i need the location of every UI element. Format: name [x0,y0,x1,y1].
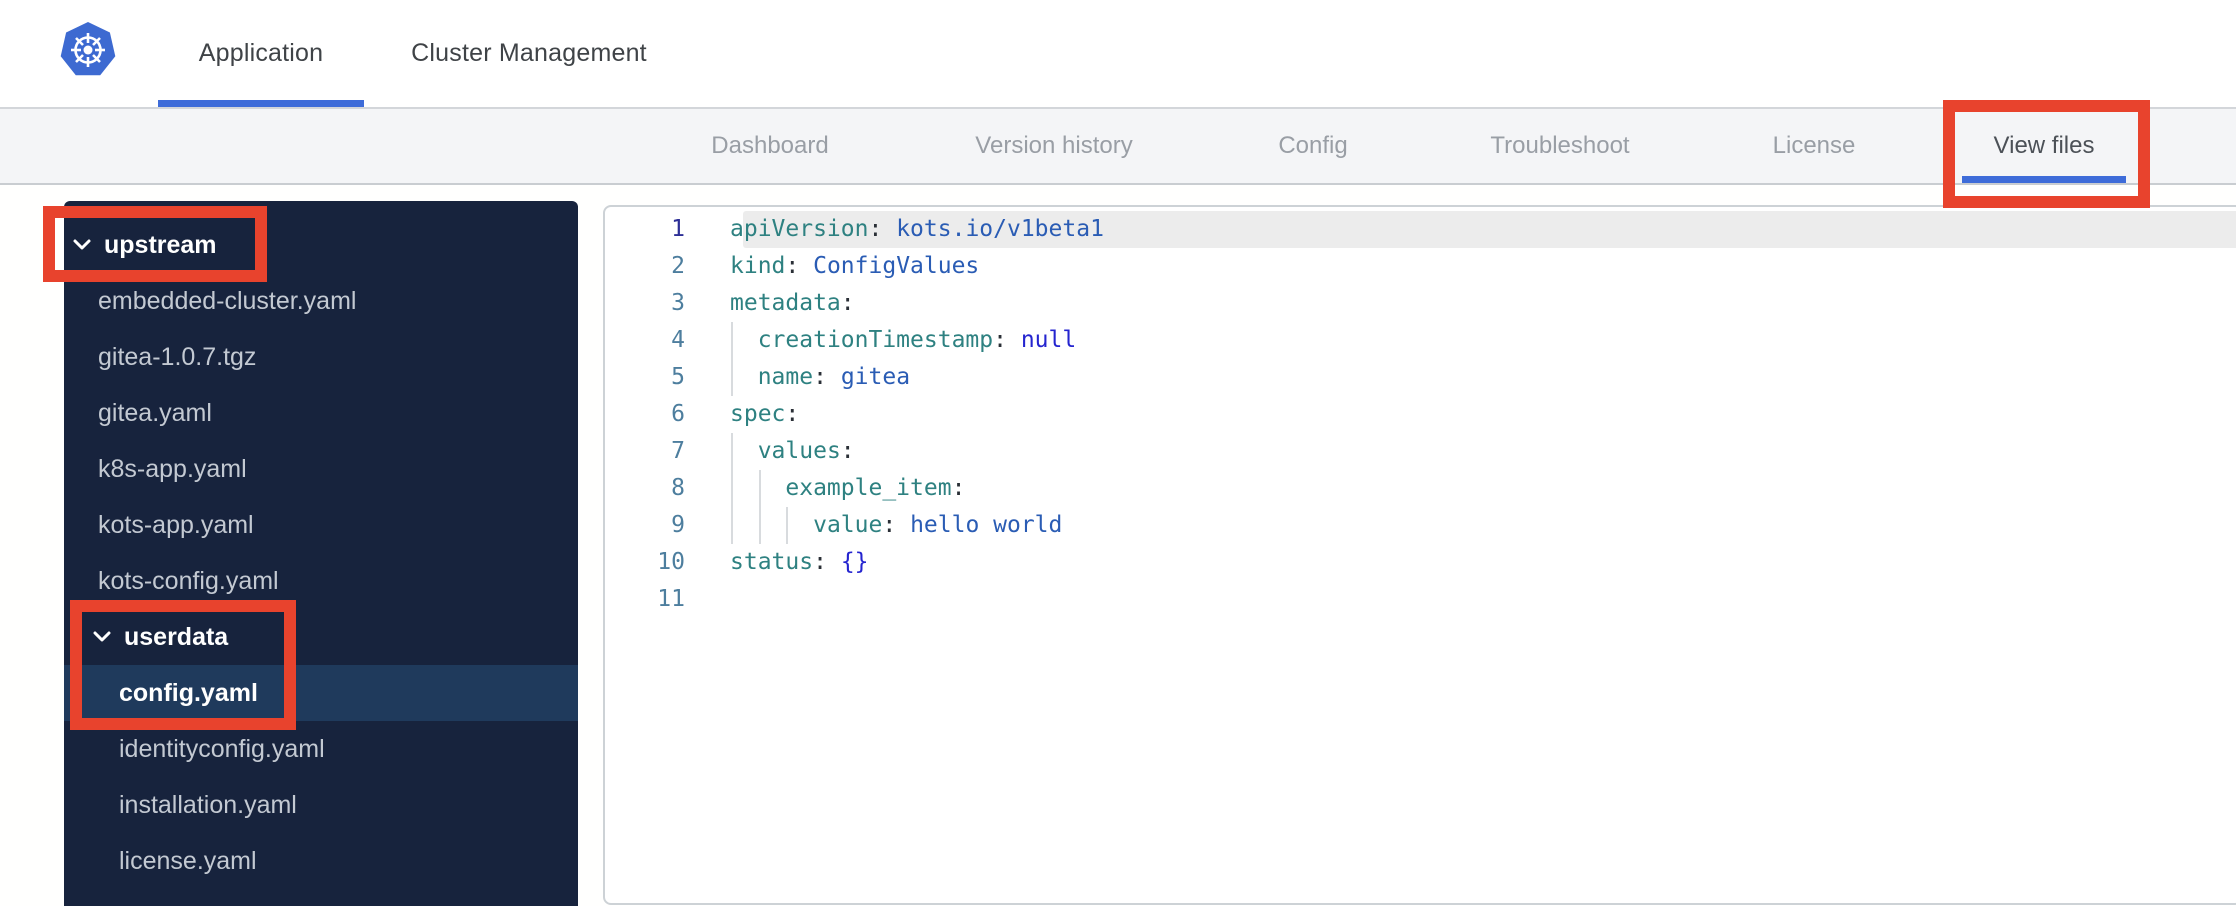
code-text: name: gitea [730,359,2236,396]
nav-tab-version-history[interactable]: Version history [975,109,1132,183]
file-item-embedded-cluster-yaml[interactable]: embedded-cluster.yaml [64,273,578,329]
kubernetes-logo-icon [60,22,116,76]
tree-item-label: gitea.yaml [98,398,212,427]
file-tree-sidebar: upstream embedded-cluster.yaml gitea-1.0.7… [64,201,578,906]
file-item-identityconfig-yaml[interactable]: identityconfig.yaml [64,721,578,777]
nav-tab-config[interactable]: Config [1278,109,1347,183]
nav-tab-license[interactable]: License [1773,109,1856,183]
active-header-tab-underline [158,100,364,107]
indent-guide [731,470,733,507]
code-text: values: [730,433,2236,470]
code-text: value: hello world [730,507,2236,544]
indent-guide [731,322,733,359]
tree-item-label: config.yaml [119,678,258,707]
tree-item-label: identityconfig.yaml [119,734,325,763]
line-number: 6 [671,401,685,427]
code-text: apiVersion: kots.io/v1beta1 [730,216,1104,242]
code-line: 8 example_item: [605,470,2236,507]
tree-item-label: license.yaml [119,846,257,875]
app-header: Application Cluster Management [0,0,2236,107]
code-line: 7 values: [605,433,2236,470]
line-number: 9 [671,512,685,538]
tree-item-label: gitea-1.0.7.tgz [98,342,257,371]
tab-application-label: Application [198,39,324,67]
code-line: 3 metadata: [605,285,2236,322]
line-number: 2 [671,253,685,279]
file-item-kots-config-yaml[interactable]: kots-config.yaml [64,553,578,609]
tree-item-label: upstream [104,230,217,259]
indent-guide [758,470,761,507]
nav-tab-troubleshoot[interactable]: Troubleshoot [1490,109,1629,183]
nav-tab-dashboard[interactable]: Dashboard [711,109,828,183]
app-sub-nav: Dashboard Version history Config Troublesho… [0,107,2236,185]
tab-application[interactable]: Application [158,0,364,107]
line-number: 7 [671,438,685,464]
tree-item-label: embedded-cluster.yaml [98,286,357,315]
folder-item-userdata[interactable]: userdata [64,609,578,665]
indent-guide [731,433,733,470]
code-area: 1 apiVersion: kots.io/v1beta1 2 kind: Confi… [605,211,2236,618]
indent-guide [758,507,761,544]
line-number: 5 [671,364,685,390]
chevron-down-icon [73,239,91,250]
code-line: 2 kind: ConfigValues [605,248,2236,285]
line-number: 1 [671,216,685,242]
indent-guide [786,507,789,544]
chevron-down-icon [93,631,111,642]
yaml-editor[interactable]: 1 apiVersion: kots.io/v1beta1 2 kind: Confi… [603,205,2236,905]
tab-cluster-management[interactable]: Cluster Management [395,0,663,107]
line-number: 3 [671,290,685,316]
line-number: 10 [657,549,685,575]
file-item-gitea-yaml[interactable]: gitea.yaml [64,385,578,441]
code-text: status: {} [730,549,869,575]
code-line: 6 spec: [605,396,2236,433]
code-text: kind: ConfigValues [730,253,980,279]
code-line: 11 [605,581,2236,618]
tree-item-label: k8s-app.yaml [98,454,247,483]
tree-item-label: kots-config.yaml [98,566,279,595]
code-text: creationTimestamp: null [730,322,2236,359]
tab-cluster-management-label: Cluster Management [411,39,647,67]
nav-tab-view-files[interactable]: View files [1994,109,2095,183]
code-line: 1 apiVersion: kots.io/v1beta1 [605,211,2236,248]
tree-item-label: kots-app.yaml [98,510,254,539]
file-item-gitea-1-0-7-tgz[interactable]: gitea-1.0.7.tgz [64,329,578,385]
folder-item-upstream[interactable]: upstream [64,217,578,273]
code-line: 9 value: hello world [605,507,2236,544]
file-item-kots-app-yaml[interactable]: kots-app.yaml [64,497,578,553]
line-number: 11 [657,586,685,612]
file-item-k8s-app-yaml[interactable]: k8s-app.yaml [64,441,578,497]
code-line: 4 creationTimestamp: null [605,322,2236,359]
indent-guide [731,507,733,544]
line-number: 4 [671,327,685,353]
file-item-license-yaml[interactable]: license.yaml [64,833,578,889]
code-line: 10 status: {} [605,544,2236,581]
line-number: 8 [671,475,685,501]
code-text: metadata: [730,290,855,316]
code-line: 5 name: gitea [605,359,2236,396]
code-text: spec: [730,401,800,427]
code-text: example_item: [730,470,2236,507]
file-item-installation-yaml[interactable]: installation.yaml [64,777,578,833]
tree-item-label: installation.yaml [119,790,297,819]
file-item-config-yaml[interactable]: config.yaml [64,665,578,721]
active-nav-tab-underline [1962,176,2126,183]
tree-item-label: userdata [124,622,229,651]
indent-guide [731,359,733,396]
